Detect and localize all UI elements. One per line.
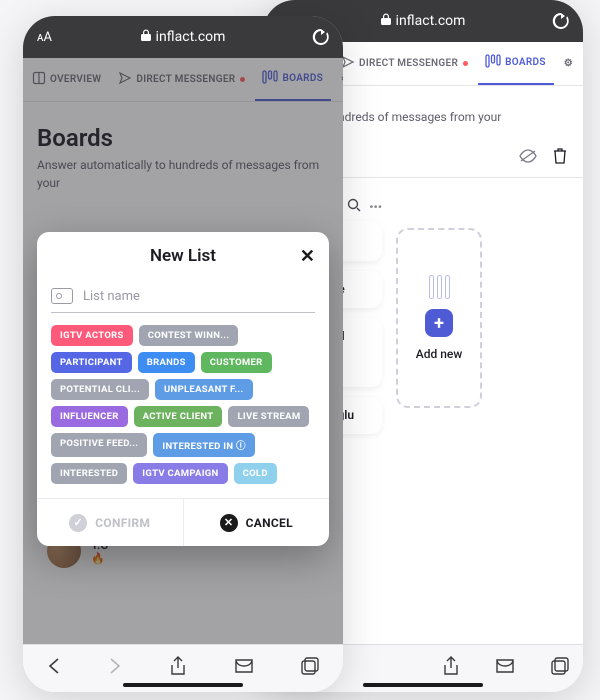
share-icon[interactable] <box>170 656 186 681</box>
tab-boards[interactable]: BOARDS <box>255 58 331 101</box>
visibility-icon[interactable] <box>519 149 537 167</box>
modal-body: IGTV ACTORS CONTEST WINN... PARTICIPANT BRA… <box>37 280 329 498</box>
lock-icon <box>141 29 151 45</box>
nav-tabs: OVERVIEW DIRECT MESSENGER BOARDS ⚙ <box>23 58 343 102</box>
notification-dot <box>463 61 468 66</box>
modal-title: New List <box>150 246 216 266</box>
bookmarks-icon[interactable] <box>234 658 254 679</box>
plus-icon: + <box>425 309 453 337</box>
tabs-icon[interactable] <box>301 657 319 680</box>
page-title: Boards <box>23 102 343 156</box>
url-domain: inflact.com <box>156 29 226 45</box>
tag-chip[interactable]: IGTV CAMPAIGN <box>133 463 227 484</box>
tag-chip[interactable]: CUSTOMER <box>201 352 272 373</box>
bookmarks-icon[interactable] <box>495 658 515 679</box>
list-name-input[interactable] <box>83 289 315 304</box>
messenger-icon <box>119 72 131 87</box>
tag-chip[interactable]: BRANDS <box>138 352 195 373</box>
tag-chip[interactable]: CONTEST WINN... <box>139 325 239 346</box>
tag-chip[interactable]: PARTICIPANT <box>51 352 132 373</box>
gear-icon: ⚙ <box>564 58 573 69</box>
boards-icon <box>486 55 500 70</box>
list-name-row <box>51 288 315 313</box>
tab-more[interactable]: ⚙ <box>556 42 581 85</box>
check-icon: ✓ <box>69 514 87 532</box>
overview-icon <box>33 72 45 87</box>
tab-direct-messenger[interactable]: DIRECT MESSENGER <box>334 42 476 85</box>
gear-icon: ⚙ <box>341 74 343 85</box>
phone-left: ᴀA inflact.com OVERVIEW DIRECT MESSENGER <box>23 16 343 692</box>
reload-icon[interactable] <box>311 27 331 47</box>
back-icon[interactable] <box>47 657 61 680</box>
close-icon: ✕ <box>220 514 238 532</box>
tabs-icon[interactable] <box>551 657 569 680</box>
page-subtitle: Answer automatically to hundreds of mess… <box>23 156 343 204</box>
tab-overview[interactable]: OVERVIEW <box>25 58 109 101</box>
tag-icon <box>51 288 73 304</box>
share-icon[interactable] <box>443 656 459 681</box>
tag-chip[interactable]: POSITIVE FEED... <box>51 433 147 457</box>
browser-url-bar: ᴀA inflact.com <box>23 16 343 58</box>
tag-chip[interactable]: IGTV ACTORS <box>51 325 133 346</box>
close-icon[interactable]: ✕ <box>300 246 315 267</box>
tag-chip[interactable]: INFLUENCER <box>51 406 128 427</box>
text-size-icon[interactable]: ᴀA <box>37 29 52 45</box>
confirm-button[interactable]: ✓ CONFIRM <box>37 499 184 546</box>
more-icon[interactable]: ••• <box>369 200 382 214</box>
reload-icon[interactable] <box>551 11 571 31</box>
page-content-left: OVERVIEW DIRECT MESSENGER BOARDS ⚙ Board… <box>23 58 343 644</box>
new-list-modal: New List ✕ IGTV ACTORS CONTEST WINN... PAR… <box>37 232 329 546</box>
modal-header: New List ✕ <box>37 232 329 280</box>
tab-direct-messenger[interactable]: DIRECT MESSENGER <box>111 58 253 101</box>
lock-icon <box>381 13 391 29</box>
tag-chip[interactable]: UNPLEASANT F... <box>155 379 253 400</box>
home-indicator <box>123 683 243 687</box>
notification-dot <box>240 77 245 82</box>
tag-chip[interactable]: INTERESTED IN ⓘ <box>153 433 254 457</box>
tab-boards[interactable]: BOARDS <box>478 42 554 85</box>
messenger-icon <box>342 56 354 71</box>
tag-chip[interactable]: COLD <box>234 463 277 484</box>
tag-chip[interactable]: INTERESTED <box>51 463 127 484</box>
forward-icon[interactable] <box>108 657 122 680</box>
home-indicator <box>363 683 483 687</box>
tag-chip[interactable]: POTENTIAL CLI... <box>51 379 149 400</box>
tab-more[interactable]: ⚙ <box>333 58 343 101</box>
tags-container: IGTV ACTORS CONTEST WINN... PARTICIPANT BRA… <box>51 325 315 484</box>
add-new-column-button[interactable]: + Add new <box>396 228 482 408</box>
url-domain: inflact.com <box>396 13 466 29</box>
modal-footer: ✓ CONFIRM ✕ CANCEL <box>37 498 329 546</box>
cancel-button[interactable]: ✕ CANCEL <box>184 499 330 546</box>
trash-icon[interactable] <box>551 148 569 168</box>
boards-icon <box>263 71 277 86</box>
tag-chip[interactable]: LIVE STREAM <box>228 406 309 427</box>
tag-chip[interactable]: ACTIVE CLIENT <box>134 406 223 427</box>
search-icon[interactable] <box>347 198 361 215</box>
columns-icon <box>429 275 450 299</box>
